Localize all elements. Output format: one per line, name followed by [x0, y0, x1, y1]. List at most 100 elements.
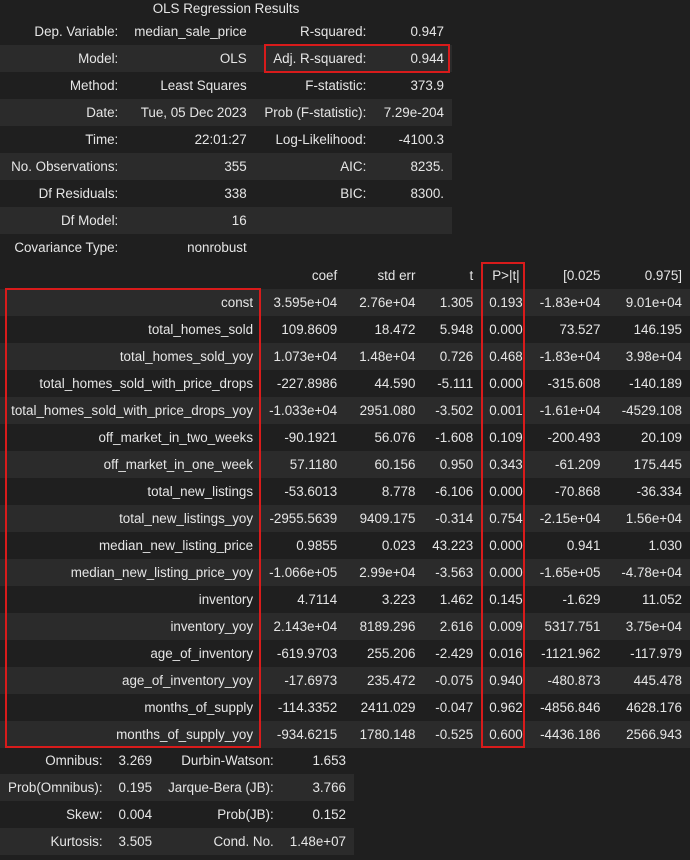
coef-cell: 0.962 — [489, 700, 523, 715]
summary-label: Method: — [69, 78, 119, 93]
coef-row: off_market_in_one_week 57.1180 60.156 0.950… — [0, 451, 690, 478]
summary-row: Df Model: 16 — [0, 207, 452, 234]
coef-cell: 1.305 — [439, 295, 474, 310]
coef-cell: 2566.943 — [626, 727, 682, 742]
coef-cell: -4529.108 — [621, 403, 682, 418]
summary-label: Df Model: — [60, 213, 119, 228]
column-header: coef — [311, 268, 338, 283]
diagnostic-value: 0.195 — [118, 780, 153, 795]
coef-cell: -1.83e+04 — [539, 295, 601, 310]
coef-cell: -0.314 — [435, 511, 474, 526]
coef-cell: 0.754 — [489, 511, 523, 526]
summary-row: No. Observations: 355 AIC: 8235. — [0, 153, 452, 180]
coef-cell: 0.023 — [381, 538, 416, 553]
summary-label: R-squared: — [300, 24, 367, 39]
summary-value: median_sale_price — [134, 24, 247, 39]
summary-value — [374, 207, 452, 234]
variable-name: inventory_yoy — [170, 619, 254, 634]
coef-cell: -3.502 — [435, 403, 474, 418]
coef-cell: 109.8609 — [281, 322, 338, 337]
summary-value: 338 — [224, 186, 247, 201]
coef-cell: -934.6215 — [276, 727, 338, 742]
summary-label: BIC: — [340, 186, 367, 201]
column-header — [0, 262, 261, 289]
coef-cell: 3.98e+04 — [625, 349, 682, 364]
coef-cell: 1.462 — [439, 592, 474, 607]
coef-cell: -1.629 — [562, 592, 601, 607]
coef-cell: 2.76e+04 — [359, 295, 416, 310]
coef-cell: 235.472 — [367, 673, 416, 688]
summary-row: Covariance Type: nonrobust — [0, 234, 452, 261]
coef-cell: 20.109 — [641, 430, 682, 445]
column-header: [0.025 — [563, 268, 601, 283]
variable-name: age_of_inventory — [150, 646, 254, 661]
coef-cell: -2955.5639 — [269, 511, 338, 526]
summary-value: 7.29e-204 — [383, 105, 444, 120]
coef-cell: 3.223 — [381, 592, 416, 607]
summary-table: Dep. Variable: median_sale_price R-squared… — [0, 18, 452, 261]
coef-cell: -70.868 — [554, 484, 601, 499]
coef-cell: -4856.846 — [540, 700, 601, 715]
diagnostic-value: 3.766 — [312, 780, 346, 795]
coef-cell: 2411.029 — [360, 700, 416, 715]
coef-cell: -1.65e+05 — [539, 565, 601, 580]
coef-cell: 18.472 — [374, 322, 416, 337]
coef-cell: -53.6013 — [284, 484, 338, 499]
summary-row: Model: OLS Adj. R-squared: 0.944 — [0, 45, 452, 72]
coefficient-table: coef std err t P>|t| [0.025 0.975] const 3.595… — [0, 262, 690, 748]
coef-cell: -4.78e+04 — [621, 565, 682, 580]
summary-value: 8300. — [410, 186, 444, 201]
variable-name: total_homes_sold_yoy — [119, 349, 254, 364]
variable-name: off_market_in_one_week — [103, 457, 254, 472]
coef-cell: 0.000 — [489, 565, 523, 580]
summary-row: Dep. Variable: median_sale_price R-squared… — [0, 18, 452, 45]
coef-cell: -1.83e+04 — [539, 349, 601, 364]
summary-row: Date: Tue, 05 Dec 2023 Prob (F-statistic):… — [0, 99, 452, 126]
summary-value: OLS — [219, 51, 247, 66]
coef-row: total_homes_sold_yoy 1.073e+04 1.48e+04 0.7… — [0, 343, 690, 370]
coef-header-row: coef std err t P>|t| [0.025 0.975] — [0, 262, 690, 289]
summary-value: nonrobust — [187, 240, 247, 255]
coef-cell: 9409.175 — [359, 511, 416, 526]
coef-cell: 1.030 — [648, 538, 682, 553]
coef-cell: 146.195 — [633, 322, 682, 337]
coef-row: off_market_in_two_weeks -90.1921 56.076 -1.… — [0, 424, 690, 451]
variable-name: total_homes_sold — [148, 322, 254, 337]
coef-cell: -619.9703 — [276, 646, 338, 661]
coef-cell: 0.009 — [489, 619, 523, 634]
diagnostic-value: 3.505 — [118, 834, 153, 849]
coef-cell: 3.75e+04 — [625, 619, 682, 634]
coef-cell: 56.076 — [374, 430, 416, 445]
coef-row: total_new_listings_yoy -2955.5639 9409.175… — [0, 505, 690, 532]
coef-cell: 8.778 — [381, 484, 416, 499]
coef-cell: 3.595e+04 — [273, 295, 338, 310]
coef-row: median_new_listing_price 0.9855 0.023 43.22… — [0, 532, 690, 559]
diagnostic-label: Prob(JB): — [217, 807, 274, 822]
summary-label: Log-Likelihood: — [275, 132, 367, 147]
coef-cell: 60.156 — [374, 457, 416, 472]
coef-cell: -0.075 — [435, 673, 474, 688]
coef-cell: 5317.751 — [544, 619, 601, 634]
coef-row: total_homes_sold_with_price_drops -227.89… — [0, 370, 690, 397]
diagnostic-label: Omnibus: — [45, 753, 103, 768]
diagnostic-label: Kurtosis: — [50, 834, 103, 849]
coef-cell: -17.6973 — [284, 673, 338, 688]
summary-value: Least Squares — [160, 78, 247, 93]
coef-cell: 0.950 — [439, 457, 474, 472]
summary-value: 22:01:27 — [194, 132, 247, 147]
summary-label: Model: — [78, 51, 119, 66]
variable-name: median_new_listing_price — [98, 538, 254, 553]
coef-cell: 0.001 — [489, 403, 523, 418]
variable-name: total_new_listings — [147, 484, 254, 499]
coef-cell: 2.99e+04 — [359, 565, 416, 580]
column-header: std err — [377, 268, 416, 283]
coef-cell: 0.000 — [489, 538, 523, 553]
diagnostic-label: Skew: — [66, 807, 103, 822]
results-caption: OLS Regression Results — [152, 1, 300, 16]
summary-value: -4100.3 — [398, 132, 444, 147]
coef-cell: 1780.148 — [359, 727, 416, 742]
summary-label: No. Observations: — [11, 159, 119, 174]
coef-cell: 0.726 — [439, 349, 474, 364]
summary-label: F-statistic: — [305, 78, 367, 93]
summary-value: 0.944 — [410, 51, 444, 66]
